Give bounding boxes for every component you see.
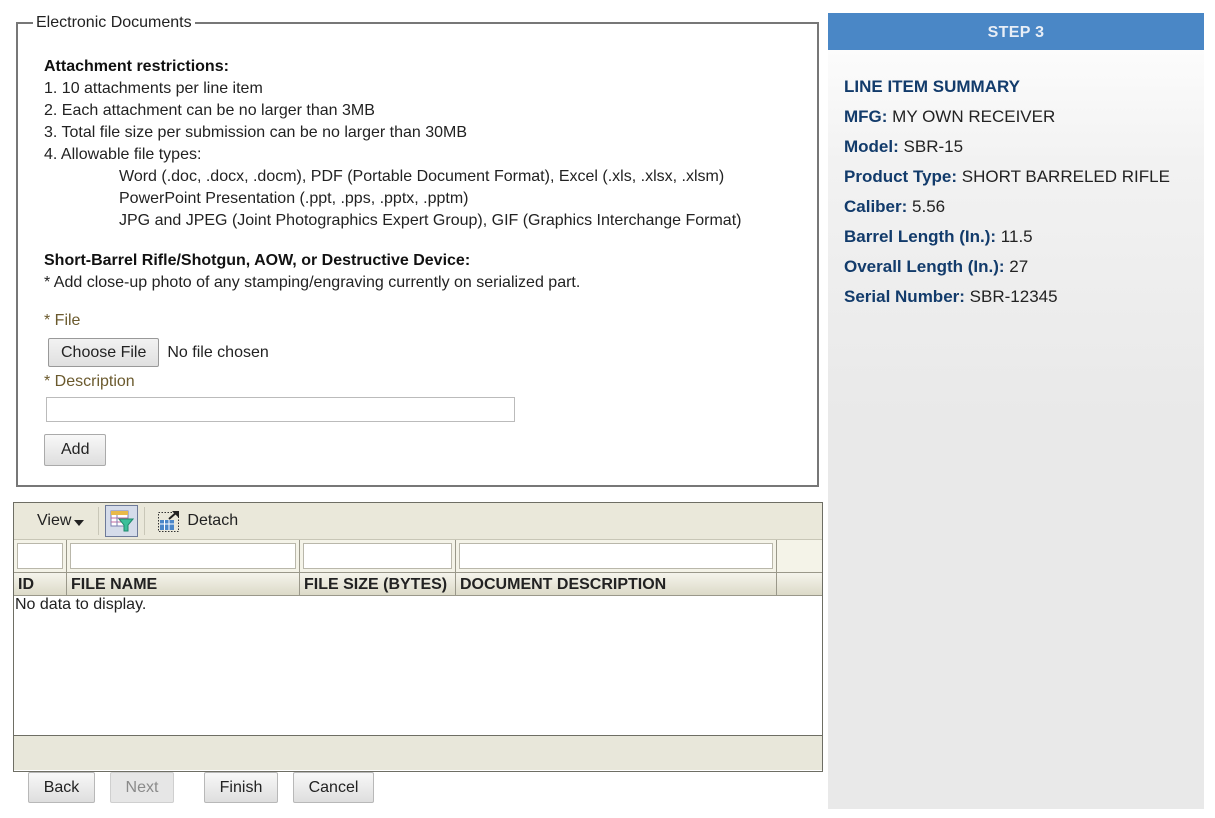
description-label: * Description — [44, 373, 135, 390]
restriction-item: 3. Total file size per submission can be… — [44, 124, 468, 141]
summary-value: SBR-12345 — [969, 287, 1058, 306]
summary-value: SHORT BARRELED RIFLE — [961, 167, 1170, 186]
attachments-table: View Detach ID FILE NAME FILE SIZE (BYTE… — [13, 502, 823, 772]
column-header-id[interactable]: ID — [14, 573, 67, 595]
restriction-item: 4. Allowable file types: — [44, 146, 202, 163]
query-by-example-button[interactable] — [105, 505, 139, 537]
table-header: ID FILE NAME FILE SIZE (BYTES) DOCUMENT … — [14, 573, 822, 596]
line-item-summary-panel: STEP 3 LINE ITEM SUMMARY MFG: MY OWN REC… — [828, 13, 1204, 809]
fieldset-content: Attachment restrictions: 1. 10 attachmen… — [44, 56, 807, 466]
summary-row-mfg: MFG: MY OWN RECEIVER — [844, 102, 1204, 132]
filter-row — [14, 540, 822, 573]
summary-title: LINE ITEM SUMMARY — [844, 77, 1020, 96]
summary-key: Model: — [844, 137, 899, 156]
description-input[interactable] — [46, 397, 515, 422]
summary-row-overall-length: Overall Length (In.): 27 — [844, 252, 1204, 282]
summary-row-caliber: Caliber: 5.56 — [844, 192, 1204, 222]
summary-row-product-type: Product Type: SHORT BARRELED RIFLE — [844, 162, 1204, 192]
table-footer — [14, 735, 822, 770]
summary-value: 11.5 — [1000, 227, 1033, 246]
summary-value: SBR-15 — [903, 137, 964, 156]
column-header-description[interactable]: DOCUMENT DESCRIPTION — [456, 573, 777, 595]
empty-message: No data to display. — [15, 596, 147, 613]
summary-row-serial-number: Serial Number: SBR-12345 — [844, 282, 1204, 312]
chevron-down-icon — [74, 520, 85, 526]
filter-input-file-name[interactable] — [70, 543, 296, 569]
filter-input-description[interactable] — [459, 543, 773, 569]
header-spacer — [777, 573, 822, 595]
add-button[interactable]: Add — [44, 434, 107, 466]
summary-key: Barrel Length (In.): — [844, 227, 997, 246]
sbr-note: * Add close-up photo of any stamping/eng… — [44, 274, 581, 291]
column-header-file-size[interactable]: FILE SIZE (BYTES) — [300, 573, 456, 595]
column-header-file-name[interactable]: FILE NAME — [67, 573, 300, 595]
restrictions-title: Attachment restrictions: — [44, 58, 229, 75]
summary-row-model: Model: SBR-15 — [844, 132, 1204, 162]
filter-spacer — [777, 540, 822, 572]
step-header: STEP 3 — [828, 13, 1204, 50]
filter-table-icon — [110, 510, 134, 532]
file-label: * File — [44, 312, 81, 329]
wizard-navigation: Back Next Finish Cancel — [28, 772, 374, 803]
table-body: No data to display. — [14, 596, 822, 735]
view-menu-label: View — [37, 512, 72, 529]
file-type-item: Word (.doc, .docx, .docm), PDF (Portable… — [119, 168, 725, 185]
summary-key: Overall Length (In.): — [844, 257, 1005, 276]
file-type-item: PowerPoint Presentation (.ppt, .pps, .pp… — [119, 190, 469, 207]
summary-row-barrel-length: Barrel Length (In.): 11.5 — [844, 222, 1204, 252]
electronic-documents-fieldset: Electronic Documents Attachment restrict… — [16, 13, 819, 487]
cancel-button[interactable]: Cancel — [293, 772, 374, 803]
detach-icon — [158, 511, 180, 532]
fieldset-legend: Electronic Documents — [33, 13, 195, 33]
no-file-chosen-text: No file chosen — [167, 343, 269, 361]
summary-key: MFG: — [844, 107, 888, 126]
summary-key: Serial Number: — [844, 287, 965, 306]
toolbar-separator — [98, 507, 100, 535]
view-menu[interactable]: View — [37, 512, 85, 530]
finish-button[interactable]: Finish — [204, 772, 278, 803]
restriction-item: 1. 10 attachments per line item — [44, 80, 263, 97]
choose-file-button[interactable]: Choose File — [48, 338, 160, 367]
table-toolbar: View Detach — [14, 503, 822, 540]
summary-value: 27 — [1009, 257, 1029, 276]
filter-input-file-size[interactable] — [303, 543, 452, 569]
back-button[interactable]: Back — [28, 772, 95, 803]
filter-input-id[interactable] — [17, 543, 63, 569]
detach-button[interactable]: Detach — [157, 509, 238, 533]
summary-key: Product Type: — [844, 167, 958, 186]
summary-list: LINE ITEM SUMMARY MFG: MY OWN RECEIVER M… — [828, 50, 1204, 312]
toolbar-separator — [144, 507, 146, 535]
summary-value: 5.56 — [912, 197, 946, 216]
sbr-title: Short-Barrel Rifle/Shotgun, AOW, or Dest… — [44, 252, 471, 269]
file-input[interactable]: Choose File No file chosen — [44, 338, 807, 367]
restriction-item: 2. Each attachment can be no larger than… — [44, 102, 375, 119]
file-type-item: JPG and JPEG (Joint Photographics Expert… — [119, 212, 742, 229]
next-button: Next — [110, 772, 174, 803]
summary-key: Caliber: — [844, 197, 908, 216]
summary-value: MY OWN RECEIVER — [892, 107, 1056, 126]
detach-label: Detach — [187, 512, 239, 529]
